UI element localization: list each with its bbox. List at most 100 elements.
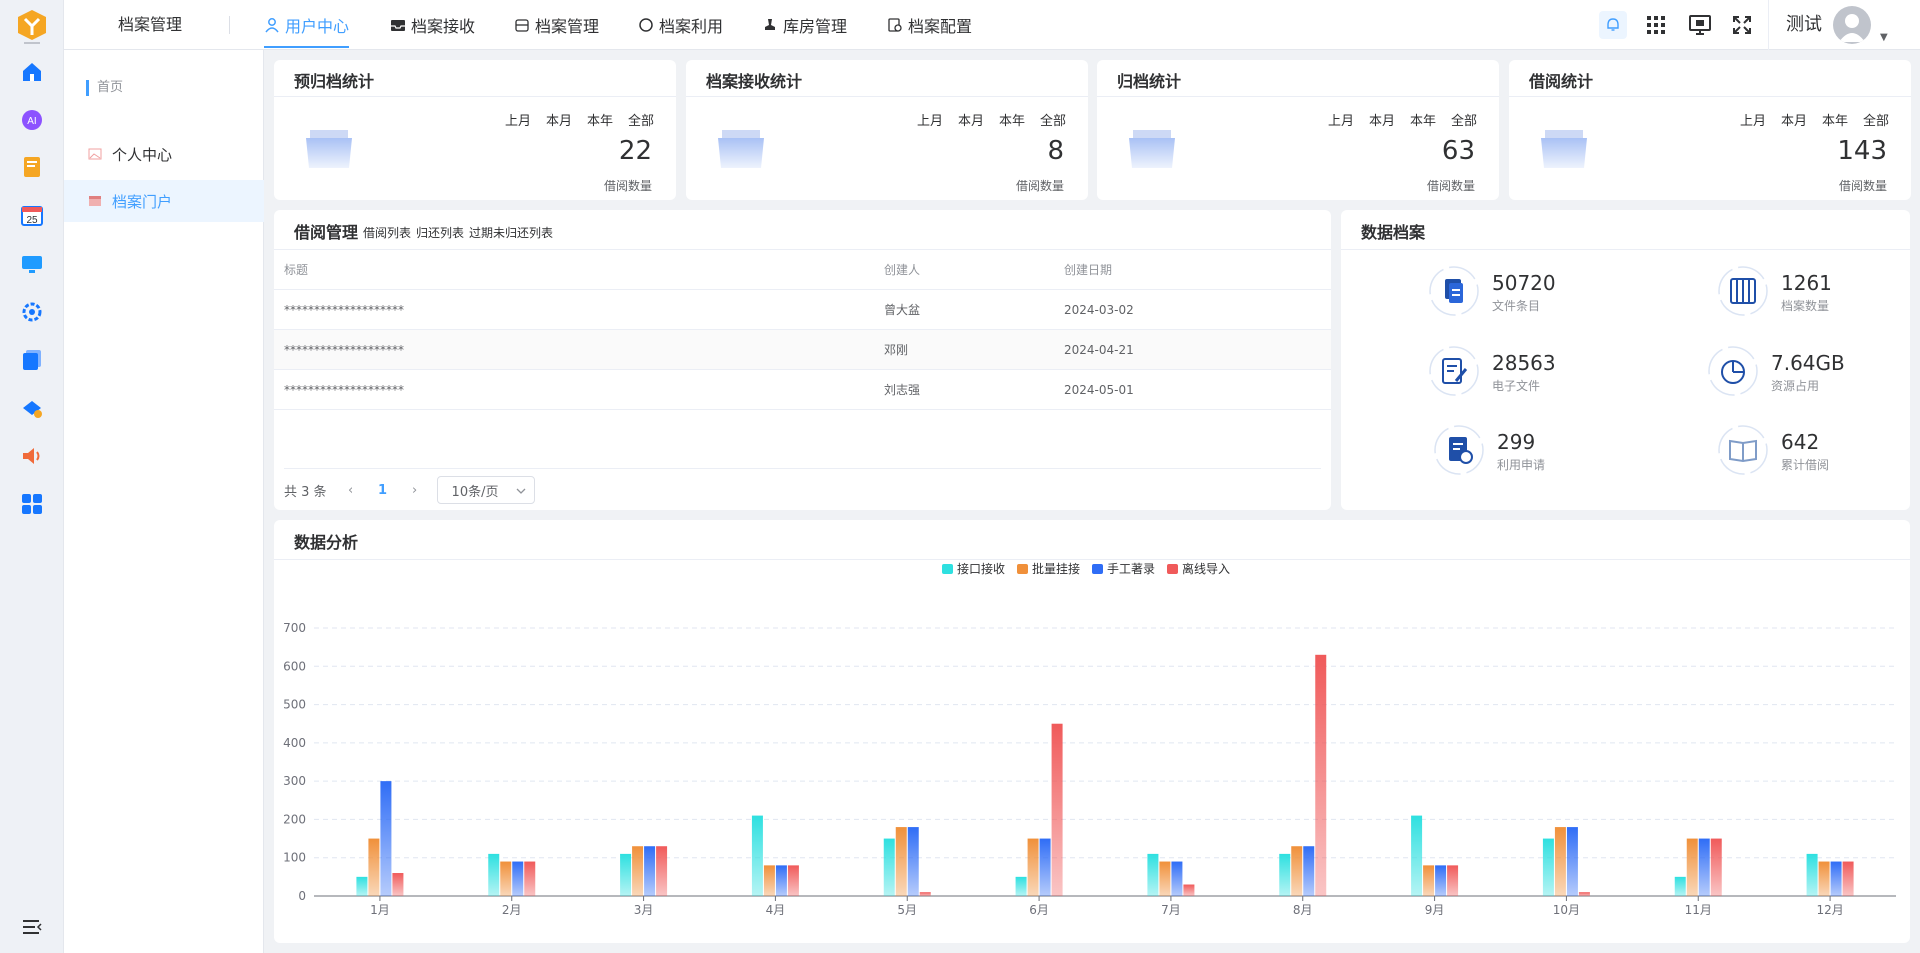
next-page-icon[interactable]: ›: [403, 483, 427, 498]
bar[interactable]: [368, 838, 380, 896]
period-this-year[interactable]: 本年: [1822, 110, 1848, 129]
bar[interactable]: [1015, 876, 1027, 896]
copy-icon[interactable]: [20, 348, 44, 372]
table-row[interactable]: ******************** 刘志强 2024-05-01: [274, 370, 1331, 410]
bar[interactable]: [1542, 838, 1554, 896]
nav-user-center[interactable]: 用户中心: [264, 0, 350, 50]
calendar-icon[interactable]: 25: [20, 203, 44, 227]
chevron-down-icon[interactable]: ▼: [1880, 32, 1888, 43]
legend-swatch[interactable]: [942, 564, 953, 574]
bar[interactable]: [392, 873, 404, 896]
nav-archive-use[interactable]: 档案利用: [638, 0, 723, 50]
prev-page-icon[interactable]: ‹: [339, 483, 363, 498]
bar[interactable]: [644, 846, 656, 896]
bar[interactable]: [1051, 723, 1063, 896]
table-row[interactable]: ******************** 曾大盆 2024-03-02: [274, 290, 1331, 330]
period-last-month[interactable]: 上月: [917, 110, 943, 129]
legend-label[interactable]: 离线导入: [1182, 561, 1230, 576]
bar[interactable]: [1566, 827, 1578, 896]
legend-label[interactable]: 接口接收: [957, 561, 1005, 576]
bar[interactable]: [1806, 853, 1818, 896]
monitor-icon[interactable]: [20, 252, 44, 276]
bar[interactable]: [1411, 815, 1423, 896]
bar[interactable]: [1279, 853, 1291, 896]
bar[interactable]: [512, 861, 524, 896]
speaker-icon[interactable]: [20, 444, 44, 468]
nav-archive-config[interactable]: 档案配置: [887, 0, 972, 50]
tab-return-list[interactable]: 归还列表: [416, 224, 464, 241]
stamp-check-icon[interactable]: [20, 396, 44, 420]
page-number[interactable]: 1: [363, 483, 403, 498]
bar[interactable]: [632, 846, 644, 896]
column-header-creator[interactable]: 创建人: [884, 250, 920, 290]
table-row[interactable]: ******************** 邓刚 2024-04-21: [274, 330, 1331, 370]
breadcrumb[interactable]: 首页: [86, 80, 123, 96]
bar[interactable]: [883, 838, 895, 896]
bar[interactable]: [895, 827, 907, 896]
period-all[interactable]: 全部: [1451, 110, 1477, 129]
nav-archive-manage[interactable]: 档案管理: [514, 0, 599, 50]
period-this-month[interactable]: 本月: [546, 110, 572, 129]
period-this-month[interactable]: 本月: [1781, 110, 1807, 129]
bar[interactable]: [1447, 865, 1459, 896]
bar[interactable]: [1171, 861, 1183, 896]
period-this-year[interactable]: 本年: [587, 110, 613, 129]
bar[interactable]: [1674, 876, 1686, 896]
bar[interactable]: [1842, 861, 1854, 896]
legend-swatch[interactable]: [1167, 564, 1178, 574]
screen-icon[interactable]: [1688, 13, 1712, 37]
bar[interactable]: [1039, 838, 1051, 896]
bar[interactable]: [1291, 846, 1303, 896]
bar[interactable]: [1578, 892, 1590, 896]
bar[interactable]: [488, 853, 500, 896]
bar[interactable]: [907, 827, 919, 896]
avatar[interactable]: [1833, 6, 1871, 44]
menu-collapse-icon[interactable]: [22, 918, 42, 936]
bar[interactable]: [1554, 827, 1566, 896]
bar[interactable]: [1710, 838, 1722, 896]
fullscreen-icon[interactable]: [1730, 13, 1754, 37]
side-item-archive-portal[interactable]: 档案门户: [64, 180, 264, 222]
apps-grid-icon[interactable]: [1644, 13, 1668, 37]
column-header-date[interactable]: 创建日期: [1064, 250, 1112, 290]
period-this-month[interactable]: 本月: [958, 110, 984, 129]
ai-icon[interactable]: AI: [20, 108, 44, 132]
column-header-title[interactable]: 标题: [284, 250, 308, 290]
bar[interactable]: [1183, 884, 1195, 896]
side-item-personal-center[interactable]: 个人中心: [64, 133, 264, 175]
bar[interactable]: [1303, 846, 1315, 896]
home-icon[interactable]: [20, 60, 44, 84]
tab-overdue-list[interactable]: 过期未归还列表: [469, 224, 553, 241]
period-this-month[interactable]: 本月: [1369, 110, 1395, 129]
bar[interactable]: [775, 865, 787, 896]
bar[interactable]: [620, 853, 632, 896]
nav-archive-receive[interactable]: 档案接收: [390, 0, 475, 50]
bar[interactable]: [656, 846, 668, 896]
bar[interactable]: [1027, 838, 1039, 896]
bar[interactable]: [751, 815, 763, 896]
bar[interactable]: [1698, 838, 1710, 896]
tab-borrow-list[interactable]: 借阅列表: [363, 224, 411, 241]
legend-swatch[interactable]: [1017, 564, 1028, 574]
period-all[interactable]: 全部: [628, 110, 654, 129]
page-size-select[interactable]: 10条/页: [436, 476, 535, 504]
bar[interactable]: [1686, 838, 1698, 896]
bar[interactable]: [1159, 861, 1171, 896]
legend-label[interactable]: 批量挂接: [1032, 561, 1080, 576]
bar[interactable]: [380, 781, 392, 896]
legend-label[interactable]: 手工著录: [1107, 562, 1155, 576]
bar[interactable]: [1423, 865, 1435, 896]
bar[interactable]: [1435, 865, 1447, 896]
bar[interactable]: [1315, 654, 1327, 896]
notebook-icon[interactable]: [20, 155, 44, 179]
bar[interactable]: [919, 892, 931, 896]
period-all[interactable]: 全部: [1040, 110, 1066, 129]
bar[interactable]: [1147, 853, 1159, 896]
period-last-month[interactable]: 上月: [1328, 110, 1354, 129]
period-last-month[interactable]: 上月: [1740, 110, 1766, 129]
notification-button[interactable]: [1599, 11, 1627, 39]
bar[interactable]: [1830, 861, 1842, 896]
period-all[interactable]: 全部: [1863, 110, 1889, 129]
legend-swatch[interactable]: [1092, 564, 1103, 574]
bar[interactable]: [524, 861, 536, 896]
